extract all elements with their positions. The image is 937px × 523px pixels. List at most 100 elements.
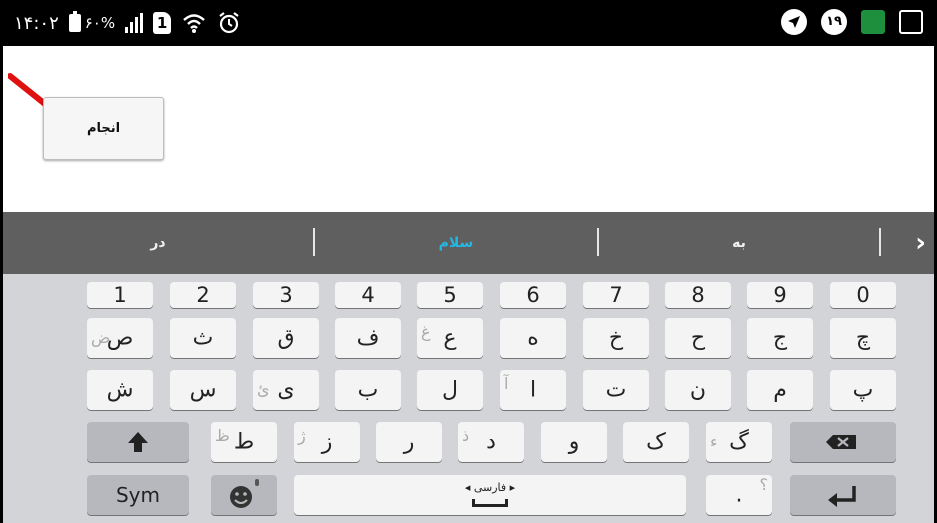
key-label: 0 — [856, 283, 870, 307]
key-label: ق — [277, 325, 295, 351]
key-label: 8 — [691, 283, 705, 307]
key-letter[interactable]: ل — [417, 370, 483, 410]
key-1[interactable]: 1 — [87, 282, 153, 308]
key-letter[interactable]: ش — [87, 370, 153, 410]
key-letter[interactable]: چ — [830, 318, 896, 358]
clock: ۱۴:۰۲ — [14, 12, 59, 34]
key-label: 1 — [113, 283, 127, 307]
alarm-icon — [219, 12, 239, 34]
key-7[interactable]: 7 — [583, 282, 649, 308]
key-alt-label: ء — [710, 432, 718, 451]
battery-icon — [68, 11, 81, 32]
key-label: ا — [529, 377, 537, 403]
key-label: س — [189, 377, 217, 403]
key-4[interactable]: 4 — [335, 282, 401, 308]
key-label: پ — [852, 377, 874, 403]
key-alt-label: ؟ — [759, 475, 769, 494]
key-label: ف — [356, 325, 380, 351]
key-letter[interactable]: یئ — [253, 370, 319, 410]
key-letter[interactable]: ن — [665, 370, 731, 410]
done-button[interactable]: انجام — [43, 97, 164, 160]
period-key[interactable]: . ؟ — [706, 475, 772, 515]
key-letter[interactable]: ت — [583, 370, 649, 410]
key-letter[interactable]: صض — [87, 318, 153, 358]
key-5[interactable]: 5 — [417, 282, 483, 308]
key-label: Sym — [115, 483, 160, 507]
key-label: 6 — [526, 283, 540, 307]
key-letter[interactable]: ق — [253, 318, 319, 358]
key-label: 3 — [279, 283, 293, 307]
key-letter[interactable]: م — [747, 370, 813, 410]
key-6[interactable]: 6 — [500, 282, 566, 308]
key-9[interactable]: 9 — [747, 282, 813, 308]
backspace-icon — [826, 435, 856, 449]
key-label: ل — [442, 377, 458, 403]
key-label: 5 — [443, 283, 457, 307]
key-0[interactable]: 0 — [830, 282, 896, 308]
key-2[interactable]: 2 — [170, 282, 236, 308]
key-letter[interactable]: عغ — [417, 318, 483, 358]
key-3[interactable]: 3 — [253, 282, 319, 308]
shift-key[interactable] — [87, 422, 189, 462]
language-label: فارسی — [473, 481, 507, 494]
key-label: ک — [646, 429, 666, 455]
key-label: م — [773, 377, 787, 403]
key-label: ر — [403, 429, 415, 455]
key-letter[interactable]: ب — [335, 370, 401, 410]
key-label: ت — [605, 377, 627, 403]
wifi-icon — [183, 14, 205, 33]
status-left: ۱۴:۰۲ ۶۰% 1 — [14, 8, 241, 38]
key-letter[interactable]: زژ — [294, 422, 360, 462]
key-letter[interactable]: ه — [500, 318, 566, 358]
key-label: 7 — [609, 283, 623, 307]
emoji-mic-icon — [230, 479, 259, 508]
notification-badge-icon: ۱۹ — [821, 9, 847, 35]
emoji-key[interactable] — [211, 475, 277, 515]
suggestion-item[interactable]: در — [3, 212, 313, 274]
suggestion-item[interactable]: به — [599, 212, 879, 274]
space-label: ◂ فارسی ▸ — [464, 481, 516, 494]
key-letter[interactable]: ح — [665, 318, 731, 358]
key-letter[interactable]: ث — [170, 318, 236, 358]
key-letter[interactable]: گء — [706, 422, 772, 462]
key-letter[interactable]: ر — [376, 422, 442, 462]
status-right: ۱۹ — [781, 9, 923, 35]
enter-key[interactable] — [790, 475, 896, 515]
key-alt-label: آ — [504, 374, 509, 393]
key-letter[interactable]: ف — [335, 318, 401, 358]
suggestion-item-highlighted[interactable]: سلام — [315, 212, 597, 274]
shift-arrow-icon — [128, 432, 148, 452]
key-alt-label: غ — [421, 322, 431, 341]
key-label: ن — [689, 377, 707, 403]
screenshot-icon — [899, 10, 923, 34]
space-key[interactable]: ◂ فارسی ▸ — [294, 475, 686, 515]
key-alt-label: ذ — [462, 426, 470, 445]
chevron-right-icon[interactable]: › — [915, 212, 926, 274]
battery-percent: ۶۰% — [84, 14, 116, 32]
key-letter[interactable]: اآ — [500, 370, 566, 410]
battery-indicator: ۶۰% — [68, 11, 116, 32]
key-letter[interactable]: پ — [830, 370, 896, 410]
key-letter[interactable]: دذ — [458, 422, 524, 462]
key-letter[interactable]: طظ — [211, 422, 277, 462]
keyboard: 1 2 3 4 5 6 7 8 9 0 صض ث ق ف عغ ه خ ح ج … — [3, 274, 934, 523]
key-label: چ — [855, 325, 871, 351]
location-icon — [781, 9, 807, 35]
key-letter[interactable]: و — [541, 422, 607, 462]
key-label: ه — [527, 325, 539, 351]
key-alt-label: ض — [91, 328, 111, 347]
key-alt-label: ژ — [298, 426, 306, 445]
key-8[interactable]: 8 — [665, 282, 731, 308]
key-label: ث — [192, 325, 214, 351]
signal-icon — [125, 13, 144, 33]
key-letter[interactable]: ک — [623, 422, 689, 462]
backspace-key[interactable] — [790, 422, 896, 462]
space-bar-icon — [472, 499, 508, 507]
key-label: خ — [608, 325, 624, 351]
suggestion-divider — [879, 228, 881, 256]
key-letter[interactable]: خ — [583, 318, 649, 358]
key-letter[interactable]: س — [170, 370, 236, 410]
key-letter[interactable]: ج — [747, 318, 813, 358]
key-alt-label: ظ — [215, 426, 230, 445]
sym-key[interactable]: Sym — [87, 475, 189, 515]
